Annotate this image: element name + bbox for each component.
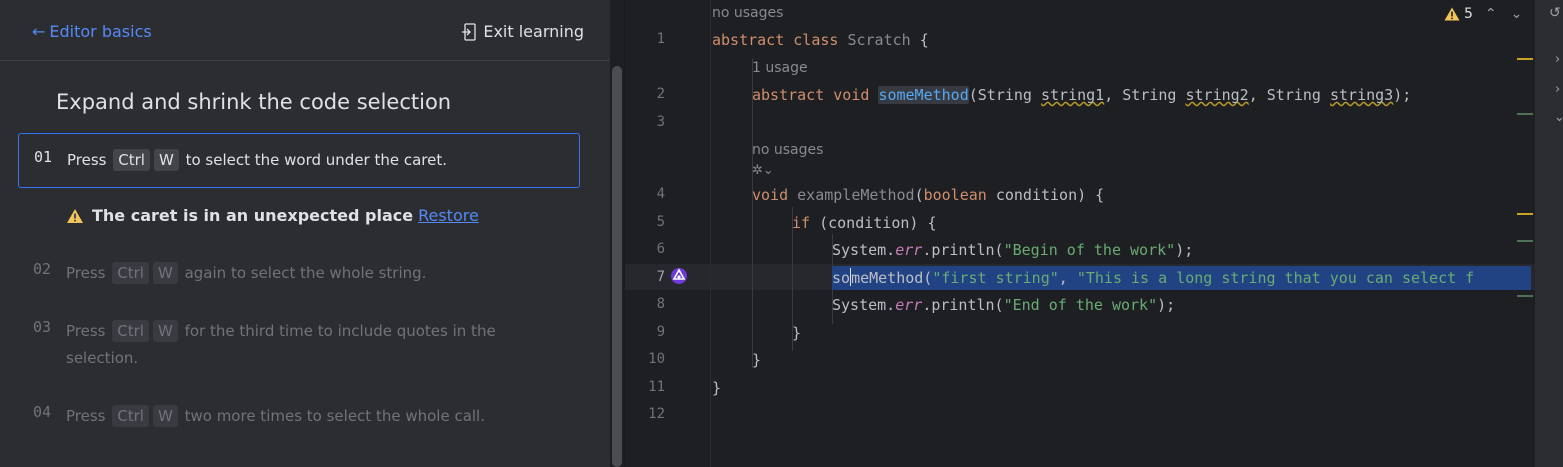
code-line-4: void exampleMethod(boolean condition) { (752, 186, 1105, 204)
code-line-10: } (752, 351, 762, 369)
line-number: 12 (648, 406, 665, 422)
step-text: Press Ctrl W again to select the whole st… (66, 262, 427, 284)
step-text: Press Ctrl W for the third time to includ… (66, 320, 496, 367)
warning-marker[interactable] (1517, 213, 1533, 215)
chevron-right-icon[interactable]: › (1555, 52, 1560, 67)
back-to-lessons-link[interactable]: ← Editor basics (32, 22, 152, 41)
info-marker[interactable] (1517, 295, 1533, 297)
line-number: 6 (656, 241, 665, 257)
key-ctrl: Ctrl (113, 149, 150, 171)
chevron-down-icon[interactable]: ⌄ (1554, 110, 1563, 125)
key-w: W (152, 405, 178, 427)
info-marker[interactable] (1517, 240, 1533, 242)
line-number: 3 (656, 114, 665, 130)
line-number: 8 (656, 296, 665, 312)
key-w: W (152, 320, 178, 342)
caret-warning: The caret is in an unexpected place Rest… (66, 206, 479, 225)
warning-count: 5 (1464, 6, 1473, 22)
key-ctrl: Ctrl (112, 262, 149, 284)
line-number: 4 (656, 186, 665, 202)
learning-panel: ← Editor basics Exit learning Expand and … (0, 0, 610, 467)
gutter-border (710, 0, 711, 467)
step-number: 03 (33, 318, 52, 336)
key-w: W (153, 149, 179, 171)
step-text: Press Ctrl W two more times to select the… (66, 405, 485, 427)
chevron-up-icon[interactable]: ⌃ (1485, 6, 1497, 22)
code-line-5: if (condition) { (792, 214, 937, 232)
line-number: 1 (656, 31, 665, 47)
line-number: 5 (656, 214, 665, 230)
indent-guide (752, 58, 753, 368)
inspection-widget[interactable]: 5 ⌃ ⌄ (1444, 6, 1536, 22)
refresh-icon[interactable]: ↺ (1549, 5, 1561, 21)
ai-assistant-icon[interactable] (670, 267, 688, 285)
step-number: 02 (33, 260, 52, 278)
usages-hint[interactable]: no usages (752, 142, 823, 158)
lesson-step-2: 02 Press Ctrl W again to select the whole… (18, 260, 580, 290)
chevron-right-icon[interactable]: › (1555, 82, 1560, 97)
code-line-2: abstract void someMethod(String string1,… (752, 86, 1412, 104)
warning-icon (67, 208, 83, 223)
exit-icon (462, 22, 476, 41)
exit-label: Exit learning (483, 22, 584, 41)
key-w: W (152, 262, 178, 284)
lesson-title: Expand and shrink the code selection (56, 90, 452, 114)
code-editor[interactable]: 1 2 3 4 5 6 7 8 9 10 11 12 no usages 1 u… (625, 0, 1535, 467)
step-number: 01 (34, 148, 53, 166)
code-line-1: abstract class Scratch { (712, 31, 929, 49)
key-ctrl: Ctrl (112, 405, 149, 427)
lesson-step-4: 04 Press Ctrl W two more times to select … (18, 403, 580, 433)
back-label: Editor basics (49, 22, 152, 41)
ai-actions-hint-icon[interactable]: ✲⌄ (752, 163, 774, 178)
learning-scrollbar[interactable] (612, 66, 622, 467)
warning-text: The caret is in an unexpected place (92, 206, 414, 225)
step-text: Press Ctrl W to select the word under the… (67, 149, 448, 171)
arrow-left-icon: ← (32, 22, 46, 41)
usages-hint[interactable]: 1 usage (752, 60, 808, 76)
key-ctrl: Ctrl (112, 320, 149, 342)
lesson-step-3: 03 Press Ctrl W for the third time to inc… (18, 318, 580, 374)
code-line-7-selected: someMethod("first string", "This is a lo… (832, 266, 1531, 290)
usages-hint[interactable]: no usages (712, 5, 783, 21)
line-number: 10 (648, 351, 665, 367)
code-line-9: } (792, 324, 802, 342)
code-line-6: System.err.println("Begin of the work"); (832, 241, 1194, 259)
code-line-11: } (712, 379, 722, 397)
info-marker[interactable] (1517, 113, 1533, 115)
warning-marker[interactable] (1517, 58, 1533, 60)
exit-learning-button[interactable]: Exit learning (461, 22, 584, 41)
chevron-down-icon[interactable]: ⌄ (1511, 6, 1523, 22)
code-line-8: System.err.println("End of the work"); (832, 296, 1176, 314)
learning-header: ← Editor basics Exit learning (0, 0, 610, 61)
lesson-step-1: 01 Press Ctrl W to select the word under … (18, 133, 580, 188)
warning-icon (1444, 7, 1460, 21)
line-number: 9 (656, 324, 665, 340)
line-number-current: 7 (656, 269, 665, 285)
restore-link[interactable]: Restore (418, 206, 479, 225)
step-number: 04 (33, 403, 52, 421)
line-number: 2 (656, 86, 665, 102)
line-number: 11 (648, 379, 665, 395)
right-tool-strip: ↺ › › ⌄ (1535, 0, 1563, 467)
